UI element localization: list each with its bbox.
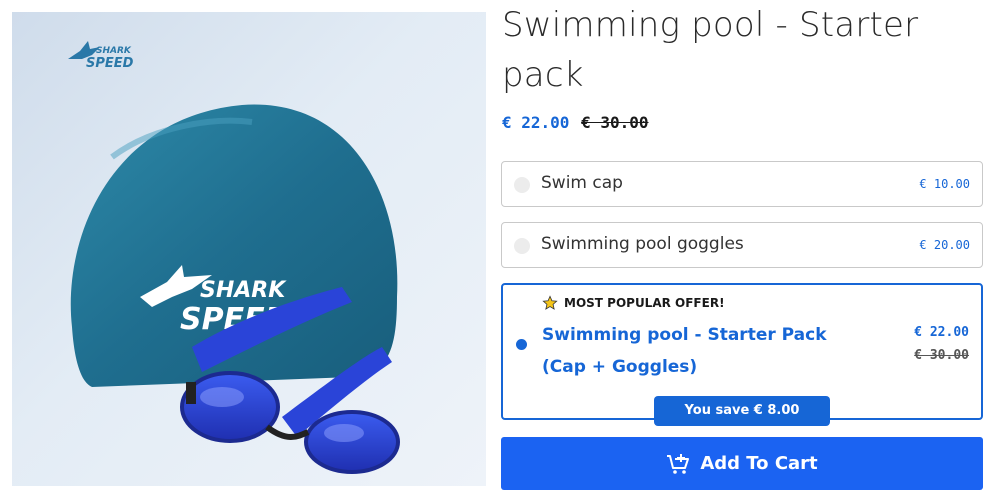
product-image: SHARK SPEED SHARK SPEED bbox=[12, 12, 486, 486]
badge-text: MOST POPULAR OFFER! bbox=[564, 296, 725, 310]
cap-text-1: SHARK bbox=[200, 278, 287, 303]
option-price: € 10.00 bbox=[919, 177, 970, 191]
option-label: Swimming pool goggles bbox=[541, 234, 744, 254]
price-row: € 22.00 € 30.00 bbox=[502, 113, 649, 132]
popular-badge: MOST POPULAR OFFER! bbox=[542, 295, 725, 311]
bundle-label: Swimming pool - Starter Pack (Cap + Gogg… bbox=[542, 325, 827, 377]
cart-add-icon bbox=[667, 453, 690, 474]
radio-button[interactable] bbox=[514, 177, 530, 193]
swim-cap-goggles-art: SHARK SPEED bbox=[70, 104, 400, 474]
bundle-price: € 22.00 bbox=[914, 325, 969, 340]
original-price: € 30.00 bbox=[581, 113, 649, 132]
option-goggles[interactable]: Swimming pool goggles € 20.00 bbox=[501, 222, 983, 268]
radio-button-selected[interactable] bbox=[516, 339, 527, 350]
radio-button[interactable] bbox=[514, 238, 530, 254]
bundle-original-price: € 30.00 bbox=[914, 348, 969, 363]
add-to-cart-label: Add To Cart bbox=[700, 453, 818, 474]
star-icon bbox=[542, 295, 558, 310]
logo-text-2: SPEED bbox=[86, 56, 134, 71]
option-swim-cap[interactable]: Swim cap € 10.00 bbox=[501, 161, 983, 207]
product-title: Swimming pool - Starter pack bbox=[502, 5, 919, 95]
option-price: € 20.00 bbox=[919, 238, 970, 252]
option-label: Swim cap bbox=[541, 173, 623, 193]
logo-text-1: SHARK bbox=[96, 46, 132, 56]
current-price: € 22.00 bbox=[502, 113, 570, 132]
add-to-cart-button[interactable]: Add To Cart bbox=[501, 437, 983, 490]
brand-logo: SHARK SPEED bbox=[68, 41, 134, 71]
savings-badge: You save € 8.00 bbox=[654, 396, 830, 426]
